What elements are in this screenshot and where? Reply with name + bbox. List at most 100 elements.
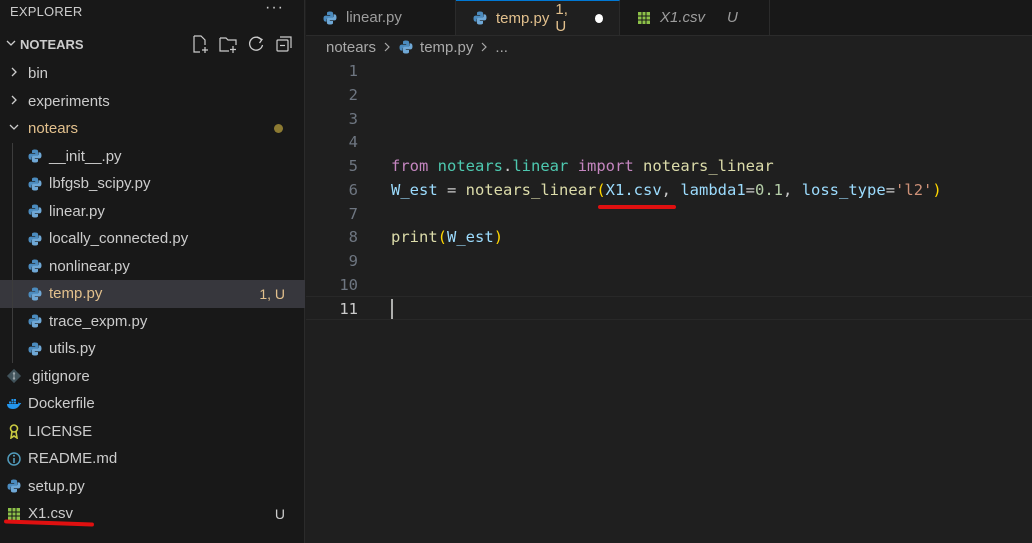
tree-label: trace_expm.py	[49, 312, 148, 330]
tree-file-locally-connected[interactable]: locally_connected.py	[0, 225, 305, 253]
tree-label: bin	[28, 65, 49, 83]
tree-folder-notears[interactable]: notears	[0, 115, 305, 143]
tree-label: .gitignore	[28, 367, 90, 385]
chevron-right-icon	[382, 39, 392, 56]
python-icon	[6, 478, 22, 494]
explorer-header: EXPLORER ···	[0, 0, 304, 22]
tab-label: temp.py	[496, 9, 550, 27]
code-line: W_est = notears_linear(X1.csv, lambda1=0…	[391, 181, 942, 199]
line-number: 3	[348, 110, 358, 128]
code-editor[interactable]: 1 2 3 4 5 from notears.linear import not…	[306, 59, 1032, 543]
workspace-section-header[interactable]: NOTEARS	[0, 31, 304, 57]
chevron-right-icon	[8, 65, 22, 82]
chevron-down-icon	[4, 37, 18, 52]
editor-tabs: linear.py temp.py 1, U X1.csv U	[306, 0, 1032, 36]
python-icon	[398, 39, 414, 55]
tree-label: __init__.py	[49, 147, 122, 165]
explorer-title: EXPLORER	[10, 3, 83, 19]
python-icon	[27, 286, 43, 302]
status-badge: U	[274, 505, 285, 522]
line-number: 7	[348, 205, 358, 223]
tree-file-temp[interactable]: temp.py 1, U	[0, 280, 305, 308]
git-icon	[6, 368, 22, 384]
license-icon	[6, 423, 22, 440]
python-icon	[27, 231, 43, 247]
tree-label: LICENSE	[28, 422, 93, 440]
tree-file-nonlinear[interactable]: nonlinear.py	[0, 252, 305, 280]
explorer-sidebar: EXPLORER ··· NOTEARS bin experiments not…	[0, 0, 305, 543]
tree-label: locally_connected.py	[49, 230, 189, 248]
code-line: from notears.linear import notears_linea…	[391, 157, 774, 175]
tree-label: lbfgsb_scipy.py	[49, 175, 151, 193]
python-icon	[27, 148, 43, 164]
tab-x1-csv[interactable]: X1.csv U	[620, 0, 770, 35]
tree-file-init[interactable]: __init__.py	[0, 142, 305, 170]
csv-icon	[636, 10, 652, 26]
new-folder-icon[interactable]	[218, 34, 238, 57]
line-number: 5	[348, 157, 358, 175]
tab-label: linear.py	[346, 9, 402, 26]
modified-dot-icon	[274, 124, 283, 134]
tab-linear[interactable]: linear.py	[306, 0, 456, 35]
text-cursor	[391, 299, 393, 319]
annotation-underline	[598, 205, 676, 209]
python-icon	[27, 176, 43, 192]
line-number: 2	[348, 86, 358, 104]
tree-label: nonlinear.py	[49, 257, 130, 275]
tree-label: setup.py	[28, 477, 85, 495]
tree-file-linear[interactable]: linear.py	[0, 197, 305, 225]
unsaved-dot-icon[interactable]	[594, 13, 603, 23]
line-number: 11	[339, 300, 358, 318]
line-number: 6	[348, 181, 358, 199]
tree-label: Dockerfile	[28, 395, 95, 413]
python-icon	[472, 10, 488, 26]
more-actions-icon[interactable]: ···	[265, 0, 284, 17]
line-number: 10	[339, 276, 358, 294]
python-icon	[27, 258, 43, 274]
tree-file-dockerfile[interactable]: Dockerfile	[0, 390, 305, 418]
tree-file-license[interactable]: LICENSE	[0, 418, 305, 446]
python-icon	[27, 203, 43, 219]
breadcrumb-more[interactable]: ...	[495, 39, 508, 56]
chevron-right-icon	[479, 39, 489, 56]
python-icon	[27, 341, 43, 357]
tree-label: notears	[28, 120, 79, 138]
tree-label: linear.py	[49, 202, 105, 220]
tree-file-gitignore[interactable]: .gitignore	[0, 363, 305, 391]
workspace-title: NOTEARS	[20, 36, 84, 52]
tab-status: 1, U	[555, 1, 568, 35]
chevron-down-icon	[8, 120, 22, 137]
tree-file-readme[interactable]: README.md	[0, 445, 305, 473]
breadcrumb-file[interactable]: temp.py	[420, 39, 473, 56]
tree-file-trace-expm[interactable]: trace_expm.py	[0, 307, 305, 335]
line-number: 1	[348, 62, 358, 80]
line-number: 4	[348, 133, 358, 151]
breadcrumb-folder[interactable]: notears	[326, 39, 376, 56]
collapse-all-icon[interactable]	[274, 34, 294, 57]
code-line: print(W_est)	[391, 228, 504, 246]
tree-file-utils[interactable]: utils.py	[0, 335, 305, 363]
docker-icon	[6, 396, 22, 412]
line-number: 8	[348, 228, 358, 246]
tree-file-lbfgsb[interactable]: lbfgsb_scipy.py	[0, 170, 305, 198]
tab-status: U	[727, 9, 738, 26]
breadcrumb: notears temp.py ...	[326, 35, 508, 59]
chevron-right-icon	[8, 93, 22, 110]
tree-file-setup[interactable]: setup.py	[0, 473, 305, 501]
refresh-icon[interactable]	[246, 34, 266, 57]
python-icon	[322, 10, 338, 26]
tree-label: experiments	[28, 92, 110, 110]
tree-folder-experiments[interactable]: experiments	[0, 88, 305, 116]
tab-temp[interactable]: temp.py 1, U	[456, 0, 620, 35]
tree-label: utils.py	[49, 340, 96, 358]
tree-label: temp.py	[49, 285, 103, 303]
python-icon	[27, 313, 43, 329]
tree-label: README.md	[28, 450, 118, 468]
line-number: 9	[348, 252, 358, 270]
tab-label: X1.csv	[660, 9, 706, 26]
new-file-icon[interactable]	[190, 34, 210, 57]
status-badge: 1, U	[259, 285, 285, 302]
info-icon	[6, 451, 22, 467]
file-tree: bin experiments notears __init__.py lbfg…	[0, 60, 305, 528]
tree-folder-bin[interactable]: bin	[0, 60, 305, 88]
